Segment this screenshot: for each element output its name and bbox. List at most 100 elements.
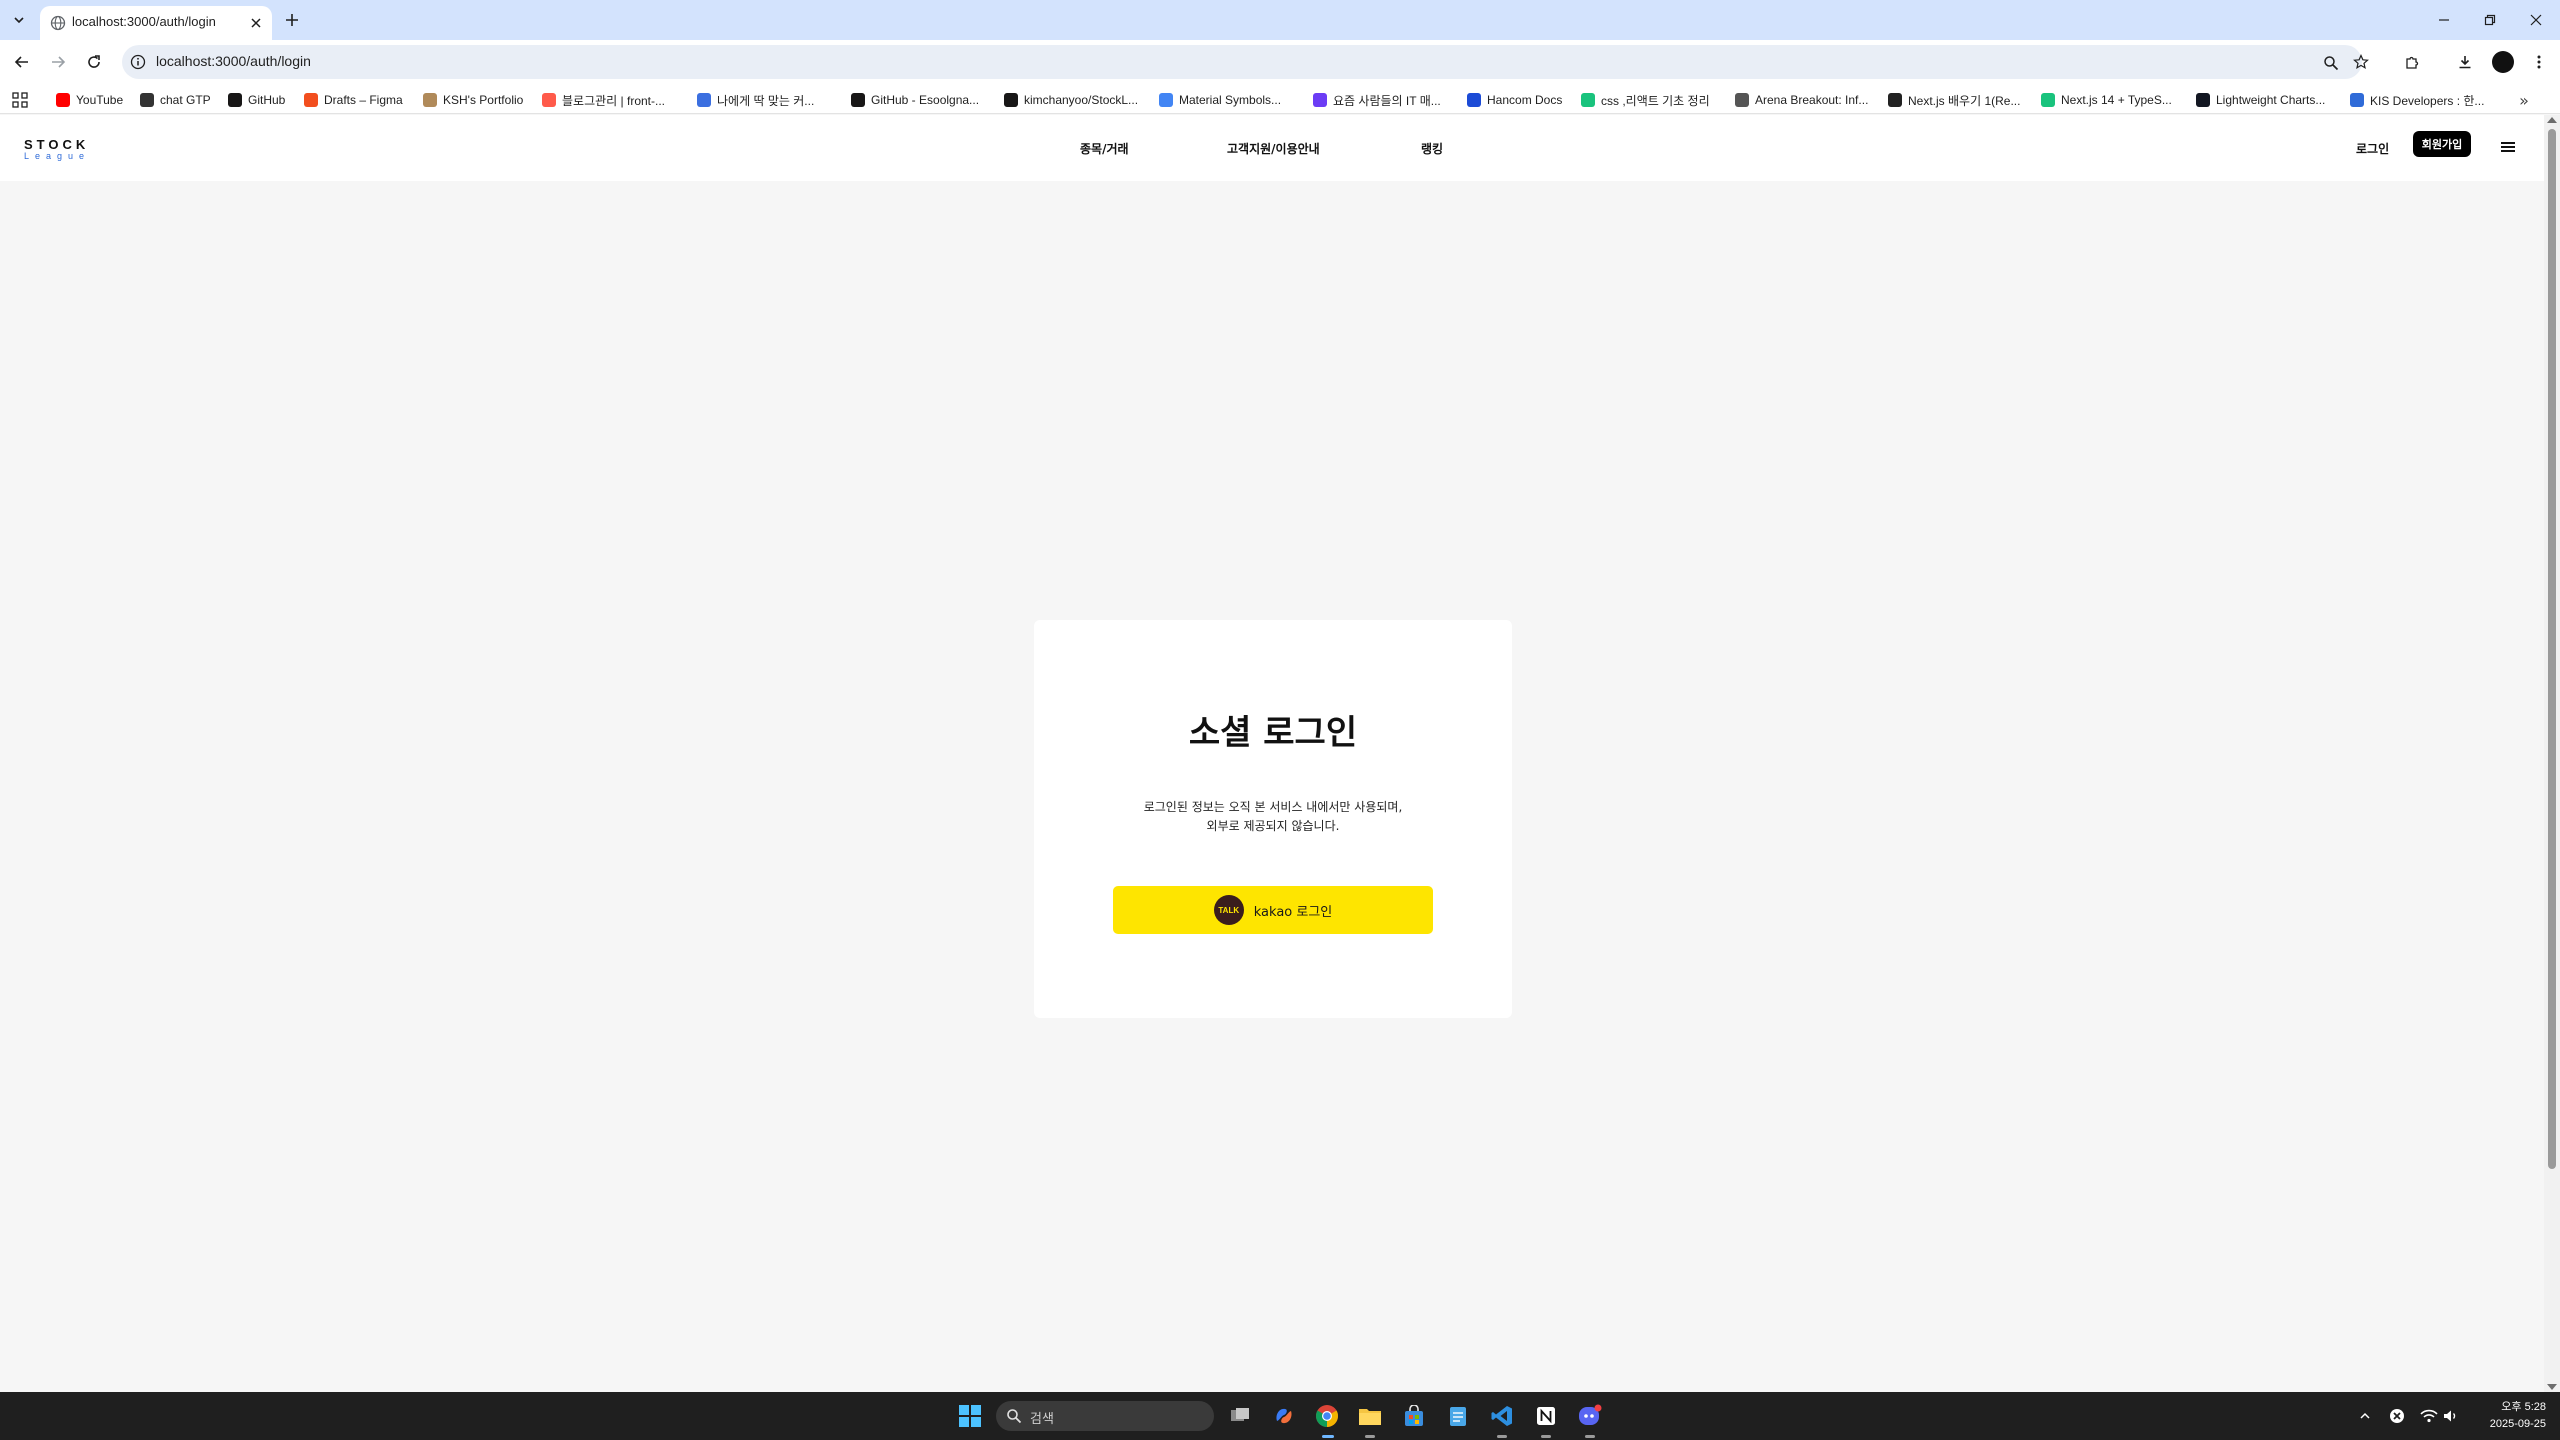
- bookmark-item[interactable]: 블로그관리 | front-...: [542, 91, 665, 109]
- star-icon: [2353, 54, 2369, 70]
- site-info-icon[interactable]: [130, 54, 146, 70]
- new-tab-button[interactable]: [281, 9, 303, 31]
- taskbar-search[interactable]: 검색: [996, 1401, 1214, 1431]
- bookmark-item[interactable]: Next.js 배우기 1(Re...: [1888, 91, 2020, 109]
- v-icon: [1581, 93, 1595, 107]
- browser-toolbar: localhost:3000/auth/login: [0, 40, 2560, 84]
- close-icon: [2530, 14, 2542, 26]
- reload-button[interactable]: [82, 50, 106, 74]
- kis-icon: [2350, 93, 2364, 107]
- bookmark-item[interactable]: Hancom Docs: [1467, 91, 1562, 109]
- bookmarks-overflow-button[interactable]: »: [2514, 90, 2534, 110]
- show-hidden-icons-button[interactable]: [2355, 1406, 2375, 1426]
- task-view-button[interactable]: [1226, 1402, 1254, 1430]
- browser-menu-button[interactable]: [2528, 51, 2550, 73]
- chrome-taskbar-button[interactable]: [1313, 1402, 1341, 1430]
- folder-icon: [1359, 1409, 1381, 1425]
- bookmark-label: 블로그관리 | front-...: [562, 93, 665, 108]
- s-icon: [697, 93, 711, 107]
- bookmark-item[interactable]: kimchanyoo/StockL...: [1004, 91, 1138, 109]
- extensions-button[interactable]: [2402, 51, 2424, 73]
- bookmark-item[interactable]: Arena Breakout: Inf...: [1735, 91, 1868, 109]
- signup-button[interactable]: 회원가입: [2413, 131, 2471, 157]
- explorer-running-indicator: [1365, 1435, 1375, 1438]
- task-view-icon: [1231, 1408, 1249, 1421]
- bookmark-item[interactable]: 요즘 사람들의 IT 매...: [1313, 91, 1441, 109]
- bookmark-label: kimchanyoo/StockL...: [1024, 93, 1139, 107]
- network-button[interactable]: [2419, 1406, 2439, 1426]
- bookmark-item[interactable]: Material Symbols...: [1159, 91, 1281, 109]
- address-bar[interactable]: localhost:3000/auth/login: [122, 45, 2362, 79]
- bookmark-star-button[interactable]: [2350, 51, 2372, 73]
- vscode-running-indicator: [1497, 1435, 1507, 1438]
- reload-icon: [88, 55, 100, 68]
- copilot-button[interactable]: [1270, 1402, 1298, 1430]
- bookmark-item[interactable]: YouTube: [56, 91, 123, 109]
- bookmark-item[interactable]: GitHub - Esoolgna...: [851, 91, 979, 109]
- globe-icon: [50, 15, 66, 31]
- bookmark-item[interactable]: chat GTP: [140, 91, 211, 109]
- window-close-button[interactable]: [2524, 8, 2548, 32]
- bookmark-item[interactable]: Next.js 14 + TypeS...: [2041, 91, 2172, 109]
- start-button[interactable]: [956, 1402, 984, 1430]
- hamburger-menu-icon[interactable]: [2497, 140, 2519, 156]
- arena-icon: [1735, 93, 1749, 107]
- browser-tabstrip: localhost:3000/auth/login: [0, 0, 2560, 40]
- bookmark-item[interactable]: 나에게 딱 맞는 커...: [697, 91, 814, 109]
- file-explorer-button[interactable]: [1356, 1402, 1384, 1430]
- kakao-login-button[interactable]: TALK kakao 로그인: [1113, 886, 1433, 934]
- bookmark-item[interactable]: KSH's Portfolio: [423, 91, 523, 109]
- scrollbar-thumb[interactable]: [2548, 129, 2556, 1169]
- zoom-button[interactable]: [2322, 54, 2340, 72]
- tray-app-button[interactable]: [2387, 1406, 2407, 1426]
- minimize-button[interactable]: [2432, 8, 2456, 32]
- header-login-link[interactable]: 로그인: [2356, 140, 2389, 157]
- privacy-notice-line-2: 외부로 제공되지 않습니다.: [1206, 819, 1340, 833]
- vscode-icon: [1491, 1406, 1512, 1426]
- vscode-button[interactable]: [1488, 1402, 1516, 1430]
- nav-item-trade[interactable]: 종목/거래: [1080, 140, 1129, 157]
- figma-icon: [304, 93, 318, 107]
- bookmark-item[interactable]: KIS Developers : 한...: [2350, 91, 2484, 109]
- browser-tab-active[interactable]: localhost:3000/auth/login: [40, 6, 272, 40]
- page-scrollbar[interactable]: [2544, 115, 2560, 1392]
- site-logo[interactable]: STOCK League: [24, 137, 90, 161]
- yozm-icon: [1313, 93, 1327, 107]
- store-button[interactable]: [1400, 1402, 1428, 1430]
- apps-grid-icon[interactable]: [12, 92, 28, 108]
- bookmark-item[interactable]: css ,리액트 기초 정리: [1581, 91, 1710, 109]
- url-text[interactable]: localhost:3000/auth/login: [156, 53, 311, 69]
- restore-button[interactable]: [2478, 8, 2502, 32]
- bookmark-label: Material Symbols...: [1179, 93, 1282, 107]
- bookmark-item[interactable]: GitHub: [228, 91, 285, 109]
- chevron-down-icon: [14, 17, 24, 24]
- bookmark-label: GitHub: [248, 93, 286, 107]
- downloads-button[interactable]: [2454, 51, 2476, 73]
- taskbar-search-placeholder: 검색: [1030, 1412, 1054, 1427]
- scroll-down-arrow-icon[interactable]: [2547, 1384, 2557, 1390]
- nav-item-support[interactable]: 고객지원/이용안내: [1227, 140, 1320, 157]
- minimize-icon: [2439, 19, 2449, 21]
- page-title: 소셜 로그인: [1188, 713, 1358, 753]
- forward-button[interactable]: [46, 50, 70, 74]
- taskbar-clock[interactable]: 오후 5:28 2025-09-25: [2474, 1399, 2546, 1433]
- bookmark-item[interactable]: Drafts – Figma: [304, 91, 403, 109]
- notion-running-indicator: [1541, 1435, 1551, 1438]
- tab-close-button[interactable]: [246, 13, 266, 33]
- discord-button[interactable]: [1576, 1402, 1604, 1430]
- bookmark-item[interactable]: Lightweight Charts...: [2196, 91, 2325, 109]
- nav-item-ranking[interactable]: 랭킹: [1421, 140, 1443, 157]
- tab-search-button[interactable]: [8, 9, 30, 31]
- scroll-up-arrow-icon[interactable]: [2547, 117, 2557, 123]
- windows-logo-icon: [959, 1405, 981, 1427]
- notion-button[interactable]: [1532, 1402, 1560, 1430]
- chevron-up-icon: [2360, 1412, 2370, 1419]
- back-button[interactable]: [10, 50, 34, 74]
- notepad-button[interactable]: [1444, 1402, 1472, 1430]
- notion-icon: [1536, 1406, 1556, 1426]
- github-icon: [1004, 93, 1018, 107]
- hancom-icon: [1467, 93, 1481, 107]
- windows-taskbar: 검색 오후 5:28 2025-09-25: [0, 1392, 2560, 1440]
- profile-avatar[interactable]: [2492, 51, 2514, 73]
- volume-button[interactable]: [2441, 1406, 2461, 1426]
